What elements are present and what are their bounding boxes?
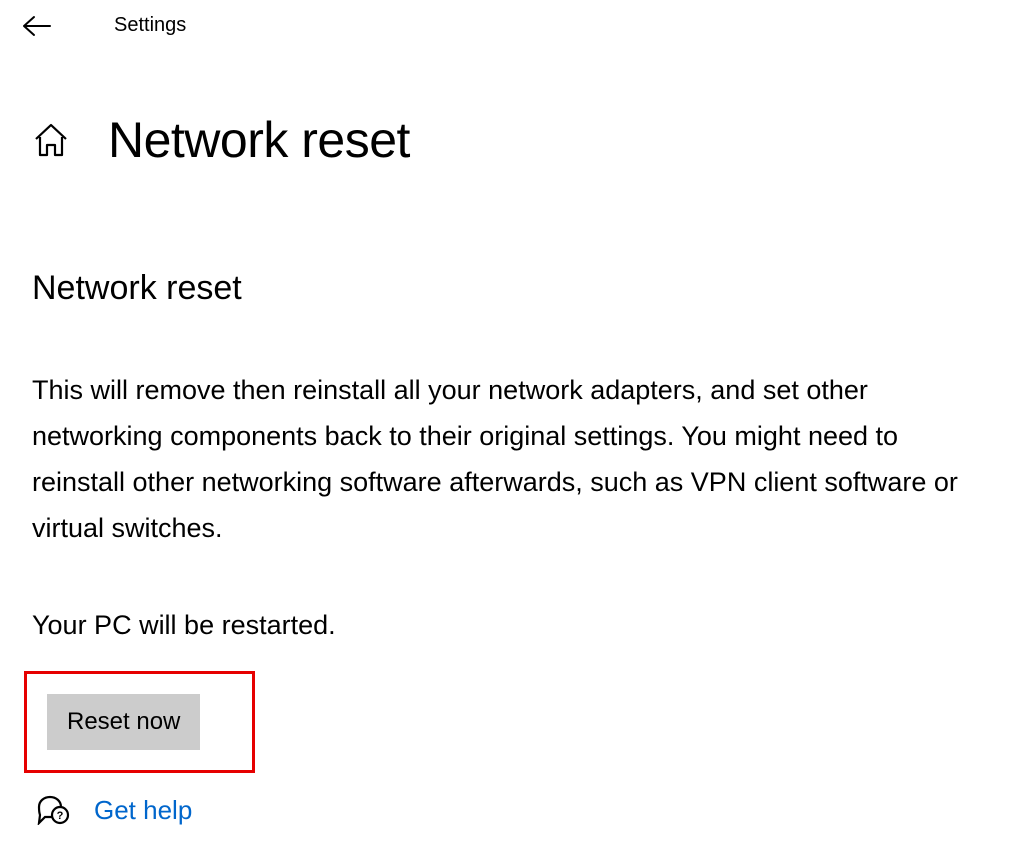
page-title: Network reset	[108, 111, 410, 169]
svg-text:?: ?	[57, 810, 64, 822]
home-icon[interactable]	[32, 121, 70, 159]
content: Network reset This will remove then rein…	[0, 169, 1024, 826]
reset-highlight-box: Reset now	[24, 671, 255, 773]
get-help-link[interactable]: Get help	[94, 795, 192, 826]
header: Settings	[0, 0, 1024, 51]
help-row: ? Get help	[32, 795, 994, 826]
section-heading: Network reset	[32, 269, 994, 308]
help-icon: ?	[36, 795, 70, 825]
header-title: Settings	[114, 14, 186, 37]
back-arrow-icon	[22, 15, 52, 37]
reset-now-button[interactable]: Reset now	[47, 694, 200, 750]
restart-note: Your PC will be restarted.	[32, 610, 994, 641]
back-button[interactable]	[22, 15, 52, 37]
page-title-row: Network reset	[0, 51, 1024, 169]
description-text: This will remove then reinstall all your…	[32, 368, 994, 552]
